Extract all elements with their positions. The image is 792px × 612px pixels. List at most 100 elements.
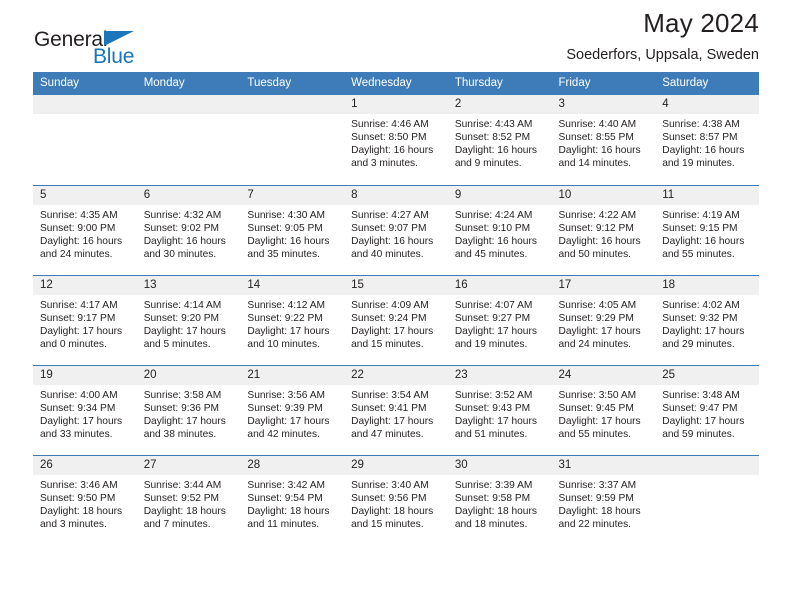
sunset-text: Sunset: 9:36 PM <box>143 402 220 414</box>
calendar-day-cell[interactable]: 20 Sunrise: 3:58 AM Sunset: 9:36 PM Dayligh… <box>136 364 241 455</box>
day-number: 12 <box>33 275 137 295</box>
sunset-text: Sunset: 9:45 PM <box>558 402 634 414</box>
day-number <box>33 95 137 114</box>
general-blue-logo[interactable]: General Blue <box>33 28 203 78</box>
sunset-text: Sunset: 9:34 PM <box>40 402 116 414</box>
sunrise-text: Sunrise: 4:46 AM <box>351 119 429 130</box>
calendar-day-cell[interactable]: 16 Sunrise: 4:07 AM Sunset: 9:27 PM Dayligh… <box>447 274 552 365</box>
sunset-text: Sunset: 9:39 PM <box>247 402 323 414</box>
calendar-day-cell[interactable]: 10 Sunrise: 4:22 AM Sunset: 9:12 PM Dayligh… <box>551 184 656 275</box>
page-subtitle: Soederfors, Uppsala, Sweden <box>566 47 759 63</box>
calendar-day-cell[interactable]: 24 Sunrise: 3:50 AM Sunset: 9:45 PM Dayligh… <box>551 364 656 455</box>
daylight-text-line1: Daylight: 18 hours <box>558 505 641 517</box>
calendar-day-cell[interactable]: 30 Sunrise: 3:39 AM Sunset: 9:58 PM Dayligh… <box>447 454 552 545</box>
day-number: 18 <box>655 275 759 295</box>
sunrise-text: Sunrise: 4:22 AM <box>558 209 637 221</box>
day-number: 24 <box>551 365 656 385</box>
sunrise-text: Sunrise: 3:50 AM <box>558 389 637 401</box>
day-number <box>240 95 345 114</box>
calendar-day-cell[interactable]: 28 Sunrise: 3:42 AM Sunset: 9:54 PM Dayligh… <box>240 454 345 545</box>
daylight-text-line2: and 18 minutes. <box>454 518 528 530</box>
daylight-text-line2: and 35 minutes. <box>247 248 320 260</box>
sunset-text: Sunset: 9:20 PM <box>143 312 220 324</box>
calendar-day-cell[interactable]: 26 Sunrise: 3:46 AM Sunset: 9:50 PM Dayligh… <box>33 454 137 545</box>
page-header: General Blue May 2024 Soederfors, Uppsal… <box>33 0 759 72</box>
day-number: 8 <box>344 185 448 205</box>
day-number: 21 <box>240 365 345 385</box>
calendar-day-cell[interactable]: 11 Sunrise: 4:19 AM Sunset: 9:15 PM Dayligh… <box>655 184 759 275</box>
day-sun-info: Sunrise: 4:02 AM Sunset: 9:32 PM Daylight:… <box>655 295 759 351</box>
calendar-day-cell[interactable]: 19 Sunrise: 4:00 AM Sunset: 9:34 PM Dayligh… <box>33 364 137 455</box>
daylight-text-line1: Daylight: 16 hours <box>558 145 641 157</box>
calendar-day-cell[interactable]: 23 Sunrise: 3:52 AM Sunset: 9:43 PM Dayligh… <box>447 364 552 455</box>
sunrise-text: Sunrise: 3:52 AM <box>454 389 533 401</box>
daylight-text-line2: and 45 minutes. <box>454 248 528 260</box>
daylight-text-line1: Daylight: 17 hours <box>558 415 641 427</box>
daylight-text-line2: and 24 minutes. <box>558 338 632 350</box>
day-number <box>136 95 241 114</box>
day-sun-info: Sunrise: 4:40 AM Sunset: 8:55 PM Daylight:… <box>552 114 656 170</box>
calendar-day-cell[interactable]: 25 Sunrise: 3:48 AM Sunset: 9:47 PM Dayligh… <box>655 364 759 455</box>
calendar-day-cell-empty <box>240 95 345 185</box>
day-number: 31 <box>551 455 656 475</box>
day-sun-info: Sunrise: 4:30 AM Sunset: 9:05 PM Daylight:… <box>240 205 344 261</box>
calendar-day-cell[interactable]: 17 Sunrise: 4:05 AM Sunset: 9:29 PM Dayligh… <box>551 274 656 365</box>
calendar-day-cell[interactable]: 15 Sunrise: 4:09 AM Sunset: 9:24 PM Dayligh… <box>344 274 448 365</box>
calendar-day-cell[interactable]: 4 Sunrise: 4:38 AM Sunset: 8:57 PM Daylight… <box>655 95 759 185</box>
calendar-day-cell[interactable]: 13 Sunrise: 4:14 AM Sunset: 9:20 PM Dayligh… <box>136 274 241 365</box>
calendar-day-cell[interactable]: 22 Sunrise: 3:54 AM Sunset: 9:41 PM Dayligh… <box>344 364 448 455</box>
calendar-day-cell[interactable]: 21 Sunrise: 3:56 AM Sunset: 9:39 PM Dayligh… <box>240 364 345 455</box>
calendar-day-cell[interactable]: 9 Sunrise: 4:24 AM Sunset: 9:10 PM Daylight… <box>447 184 552 275</box>
calendar-day-cell[interactable]: 3 Sunrise: 4:40 AM Sunset: 8:55 PM Daylight… <box>551 95 656 185</box>
sunrise-text: Sunrise: 4:07 AM <box>454 299 533 311</box>
day-sun-info: Sunrise: 3:50 AM Sunset: 9:45 PM Daylight:… <box>552 385 656 441</box>
calendar-day-cell[interactable]: 8 Sunrise: 4:27 AM Sunset: 9:07 PM Daylight… <box>344 184 448 275</box>
sunset-text: Sunset: 9:27 PM <box>454 312 531 324</box>
daylight-text-line2: and 15 minutes. <box>351 338 424 350</box>
sunset-text: Sunset: 9:58 PM <box>454 492 531 504</box>
daylight-text-line2: and 30 minutes. <box>143 248 217 260</box>
sunset-text: Sunset: 9:56 PM <box>351 492 427 504</box>
day-number: 6 <box>136 185 241 205</box>
sunset-text: Sunset: 9:47 PM <box>662 402 738 414</box>
calendar-week-row: 1 Sunrise: 4:46 AM Sunset: 8:50 PM Daylight… <box>33 95 759 185</box>
daylight-text-line2: and 29 minutes. <box>662 338 735 350</box>
daylight-text-line2: and 55 minutes. <box>558 428 632 440</box>
day-number: 28 <box>240 455 345 475</box>
daylight-text-line2: and 51 minutes. <box>454 428 528 440</box>
calendar-day-cell[interactable]: 5 Sunrise: 4:35 AM Sunset: 9:00 PM Daylight… <box>33 184 137 275</box>
calendar-day-cell[interactable]: 6 Sunrise: 4:32 AM Sunset: 9:02 PM Daylight… <box>136 184 241 275</box>
calendar-day-cell[interactable]: 7 Sunrise: 4:30 AM Sunset: 9:05 PM Daylight… <box>240 184 345 275</box>
calendar-week-row: 5 Sunrise: 4:35 AM Sunset: 9:00 PM Daylight… <box>33 184 759 275</box>
calendar-day-cell[interactable]: 2 Sunrise: 4:43 AM Sunset: 8:52 PM Daylight… <box>447 95 552 185</box>
calendar-day-cell[interactable]: 14 Sunrise: 4:12 AM Sunset: 9:22 PM Dayligh… <box>240 274 345 365</box>
daylight-text-line1: Daylight: 16 hours <box>662 145 745 157</box>
calendar-day-cell[interactable]: 27 Sunrise: 3:44 AM Sunset: 9:52 PM Dayligh… <box>136 454 241 545</box>
sunrise-text: Sunrise: 3:56 AM <box>247 389 325 401</box>
daylight-text-line1: Daylight: 16 hours <box>247 235 330 247</box>
calendar-day-cell-empty <box>136 95 241 185</box>
sunrise-text: Sunrise: 4:40 AM <box>558 119 637 130</box>
daylight-text-line1: Daylight: 16 hours <box>558 235 641 247</box>
calendar-day-cell[interactable]: 1 Sunrise: 4:46 AM Sunset: 8:50 PM Daylight… <box>344 95 448 185</box>
daylight-text-line1: Daylight: 17 hours <box>143 325 226 337</box>
calendar-day-cell[interactable]: 18 Sunrise: 4:02 AM Sunset: 9:32 PM Dayligh… <box>655 274 759 365</box>
daylight-text-line2: and 40 minutes. <box>351 248 424 260</box>
daylight-text-line1: Daylight: 16 hours <box>351 235 434 247</box>
day-number: 2 <box>447 95 552 114</box>
daylight-text-line2: and 7 minutes. <box>143 518 211 530</box>
daylight-text-line2: and 42 minutes. <box>247 428 320 440</box>
triangle-icon <box>104 31 134 46</box>
day-sun-info: Sunrise: 4:22 AM Sunset: 9:12 PM Daylight:… <box>552 205 656 261</box>
daylight-text-line1: Daylight: 18 hours <box>40 505 123 517</box>
daylight-text-line1: Daylight: 17 hours <box>351 415 434 427</box>
day-sun-info: Sunrise: 3:46 AM Sunset: 9:50 PM Daylight:… <box>33 475 137 531</box>
day-sun-info: Sunrise: 3:42 AM Sunset: 9:54 PM Daylight:… <box>240 475 344 531</box>
calendar-day-cell[interactable]: 29 Sunrise: 3:40 AM Sunset: 9:56 PM Dayligh… <box>344 454 448 545</box>
calendar-day-cell[interactable]: 31 Sunrise: 3:37 AM Sunset: 9:59 PM Dayligh… <box>551 454 656 545</box>
calendar-day-cell[interactable]: 12 Sunrise: 4:17 AM Sunset: 9:17 PM Dayligh… <box>33 274 137 365</box>
weekday-header-friday: Friday <box>551 72 656 95</box>
sunrise-text: Sunrise: 4:24 AM <box>454 209 533 221</box>
day-number: 4 <box>655 95 759 114</box>
sunset-text: Sunset: 8:50 PM <box>351 132 427 144</box>
